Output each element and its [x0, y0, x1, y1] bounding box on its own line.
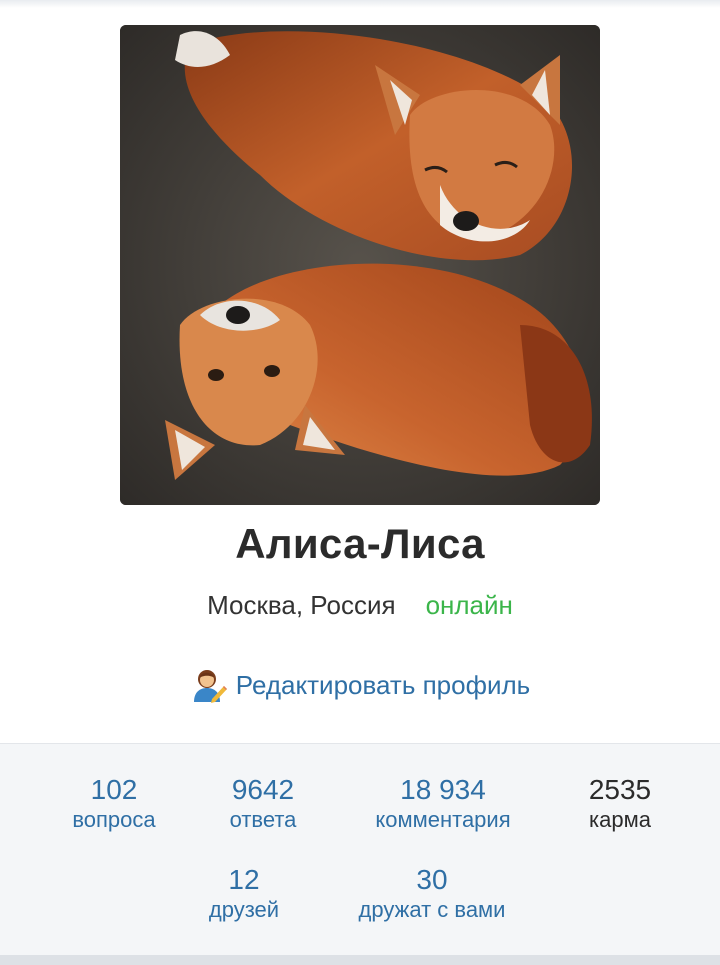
stat-friends-label: друзей	[208, 897, 280, 922]
person-with-pencil-icon	[193, 670, 227, 703]
stat-comments[interactable]: 18 934 комментария	[353, 774, 533, 834]
profile-page: Алиса-Лиса Москва, Россия онлайн Редактир…	[0, 0, 720, 965]
stat-questions[interactable]: 102 вопроса	[44, 774, 184, 834]
stat-comments-label: комментария	[375, 807, 511, 832]
stat-comments-value: 18 934	[400, 774, 486, 805]
stat-answers[interactable]: 9642 ответа	[193, 774, 333, 834]
stat-karma: 2535 карма	[560, 774, 680, 834]
stat-friends-value: 12	[228, 864, 260, 895]
bottom-divider	[0, 955, 720, 965]
profile-location: Москва, Россия	[207, 590, 396, 620]
stat-karma-label: карма	[589, 807, 651, 832]
profile-avatar[interactable]	[120, 25, 600, 505]
stat-friends[interactable]: 12 друзей	[174, 864, 314, 924]
edit-profile-link[interactable]: Редактировать профиль	[0, 666, 720, 704]
stat-answers-label: ответа	[229, 807, 297, 832]
fox-photo-image	[120, 25, 600, 505]
edit-profile-label: Редактировать профиль	[235, 670, 531, 700]
stat-followers-value: 30	[416, 864, 448, 895]
stats-panel: 102 вопроса 9642 ответа 18 934 комментар…	[0, 743, 720, 956]
profile-meta: Москва, Россия онлайн	[0, 590, 720, 621]
stat-karma-value: 2535	[588, 774, 652, 805]
stat-followers-label: дружат с вами	[358, 897, 506, 922]
stat-followers[interactable]: 30 дружат с вами	[332, 864, 532, 924]
stat-questions-value: 102	[90, 774, 138, 805]
stat-answers-value: 9642	[231, 774, 295, 805]
stat-questions-label: вопроса	[72, 807, 156, 832]
top-shadow	[0, 0, 720, 8]
online-status: онлайн	[425, 590, 513, 620]
profile-name: Алиса-Лиса	[235, 520, 485, 567]
